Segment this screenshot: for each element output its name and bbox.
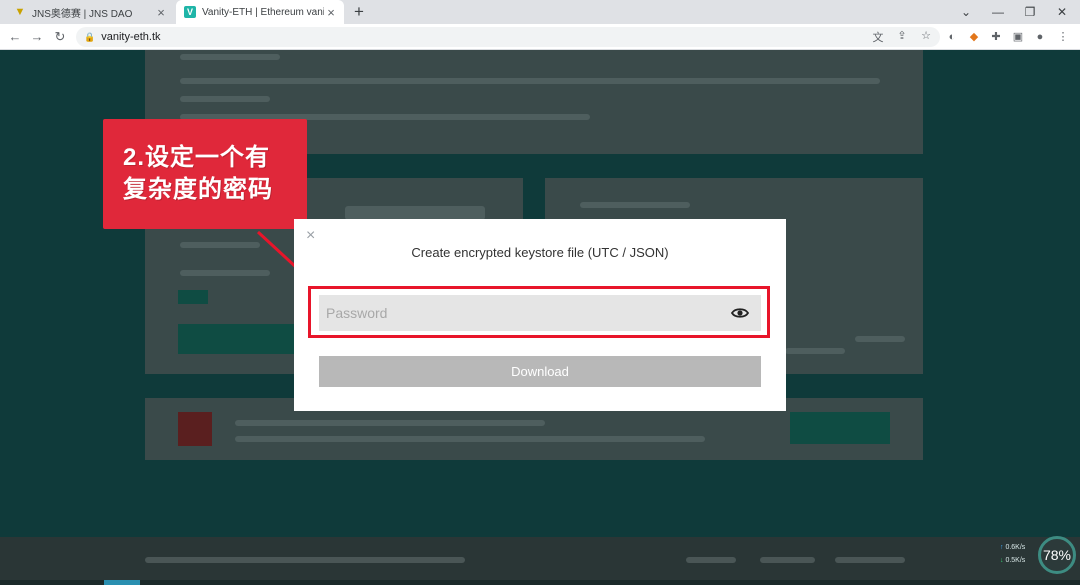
menu-kebab-icon[interactable]: ⋮	[1054, 28, 1072, 46]
password-input[interactable]	[326, 305, 706, 321]
annotation-callout: 2.设定一个有 复杂度的密码	[103, 119, 307, 229]
extensions-puzzle-icon[interactable]: ✚	[987, 28, 1005, 46]
tab-jns-dao[interactable]: ▼ JNS奥德赛 | JNS DAO ×	[4, 0, 174, 24]
tab-search-icon[interactable]: ⌄	[950, 0, 982, 24]
keystore-modal: × Create encrypted keystore file (UTC / …	[294, 219, 786, 411]
eye-icon[interactable]	[731, 305, 749, 321]
new-tab-button[interactable]: +	[350, 2, 368, 22]
back-icon[interactable]: ←	[6, 28, 24, 46]
side-panel-icon[interactable]: ▣	[1009, 28, 1027, 46]
jns-fox-icon: ▼	[14, 6, 26, 18]
tab-vanity-eth[interactable]: V Vanity-ETH | Ethereum vanity a ×	[176, 0, 344, 24]
browser-toolbar: ← → ↻ 🔒 vanity-eth.tk 文 ⇪ ☆ ◐ ◆ ✚ ▣ ● ⋮	[0, 24, 1080, 50]
lock-icon[interactable]: 🔒	[84, 32, 95, 43]
metamask-fox-icon[interactable]: ◆	[965, 28, 983, 46]
bookmark-star-icon[interactable]: ☆	[918, 29, 934, 42]
close-icon[interactable]: ×	[306, 227, 315, 245]
taskbar-strip	[0, 580, 1080, 585]
tab-strip: ▼ JNS奥德赛 | JNS DAO × V Vanity-ETH | Ethe…	[0, 0, 1080, 24]
download-arrow-icon: ↓	[1000, 557, 1004, 564]
download-rate: 0.5K/s	[1005, 557, 1026, 564]
upload-rate: 0.6K/s	[1005, 544, 1026, 551]
callout-line-1: 2.设定一个有	[123, 144, 271, 171]
password-field[interactable]	[319, 295, 761, 331]
address-bar[interactable]: 🔒 vanity-eth.tk 文 ⇪ ☆	[76, 27, 940, 47]
share-icon[interactable]: ⇪	[894, 29, 910, 42]
close-tab-icon[interactable]: ×	[154, 5, 168, 20]
usage-gauge[interactable]: 78%	[1038, 536, 1076, 574]
modal-title: Create encrypted keystore file (UTC / JS…	[411, 245, 669, 260]
reload-icon[interactable]: ↻	[51, 28, 69, 46]
extension-globe-icon[interactable]: ◐	[943, 28, 961, 46]
forward-icon[interactable]: →	[28, 28, 46, 46]
close-tab-icon[interactable]: ×	[324, 5, 338, 20]
download-button[interactable]: Download	[319, 356, 761, 387]
upload-arrow-icon: ↑	[1000, 544, 1004, 551]
minimize-icon[interactable]: —	[982, 0, 1014, 24]
close-window-icon[interactable]: ✕	[1046, 0, 1078, 24]
network-speed-widget: ↑ 0.6K/s ↓ 0.5K/s 78%	[994, 535, 1080, 575]
profile-avatar-icon[interactable]: ●	[1031, 28, 1049, 46]
tab-title: Vanity-ETH | Ethereum vanity a	[202, 6, 324, 18]
vanity-eth-icon: V	[184, 6, 196, 18]
url-text: vanity-eth.tk	[101, 31, 161, 43]
translate-icon[interactable]: 文	[870, 29, 886, 45]
callout-line-2: 复杂度的密码	[123, 176, 273, 203]
maximize-icon[interactable]: ❐	[1014, 0, 1046, 24]
tab-title: JNS奥德赛 | JNS DAO	[32, 8, 133, 20]
page-footer	[0, 537, 1080, 582]
